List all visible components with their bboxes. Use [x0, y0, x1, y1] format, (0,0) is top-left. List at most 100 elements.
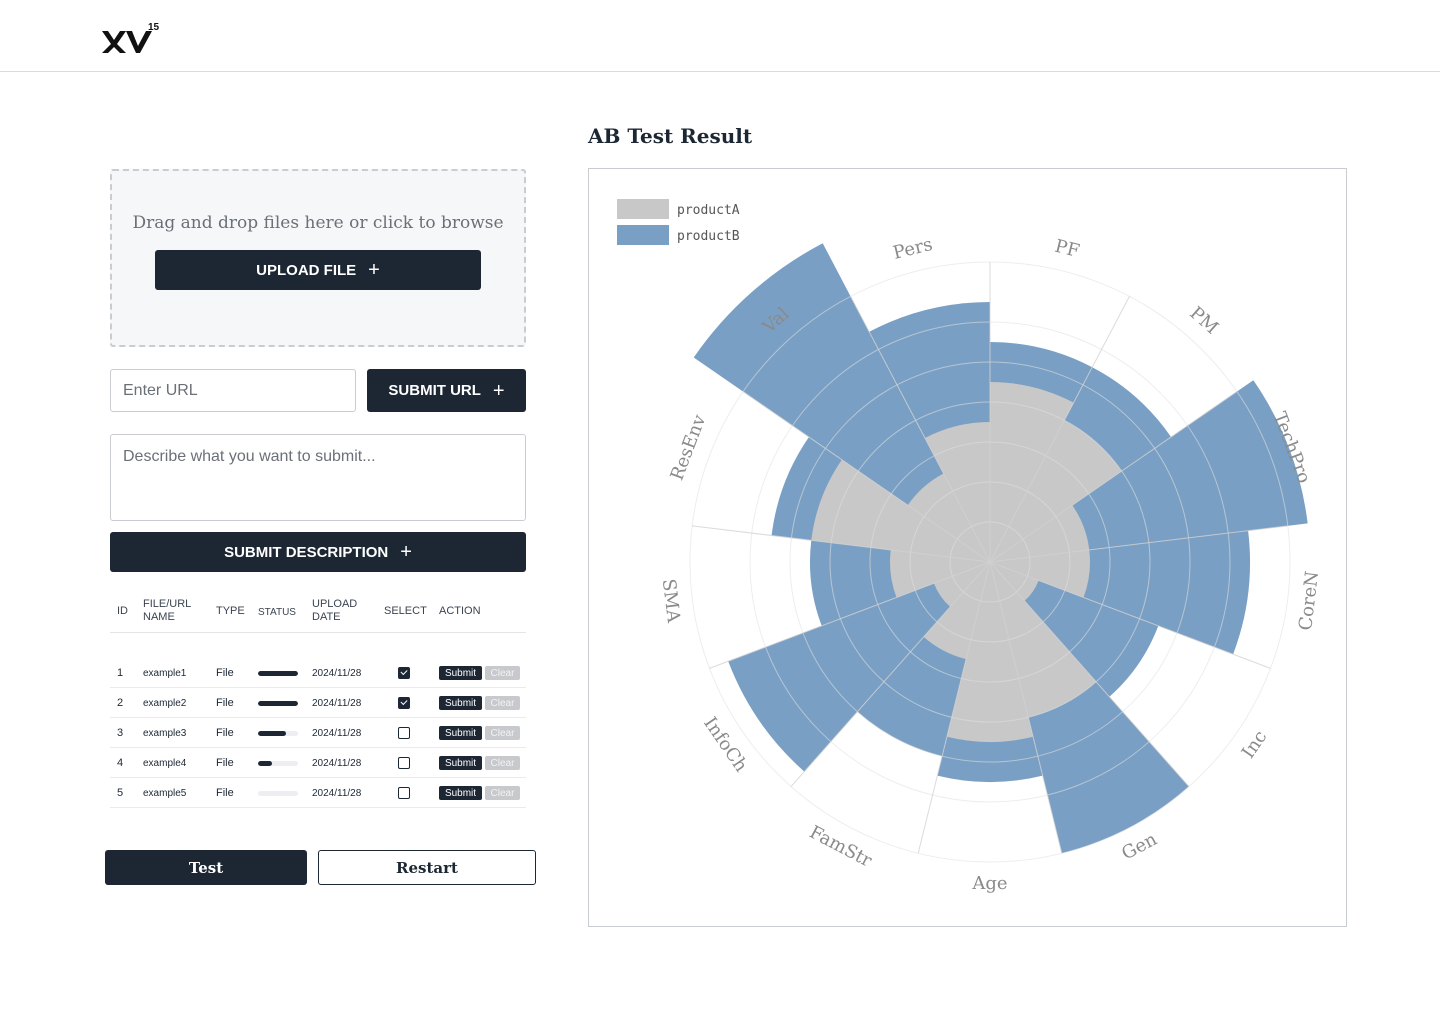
dropzone-text: Drag and drop files here or click to bro…	[132, 213, 504, 233]
row-clear-button[interactable]: Clear	[485, 726, 520, 740]
row-type: File	[216, 667, 234, 679]
submit-description-button[interactable]: SUBMIT DESCRIPTION +	[110, 532, 526, 572]
progress-track	[258, 760, 298, 766]
row-checkbox[interactable]	[398, 787, 410, 799]
category-label: Age	[971, 873, 1007, 894]
row-id: 1	[117, 667, 124, 679]
row-status	[258, 718, 298, 748]
brand-logo[interactable]: 15	[100, 20, 164, 56]
table-row: 2 example2 File 2024/11/28 Submit Clear	[110, 688, 526, 718]
url-input[interactable]	[110, 369, 356, 412]
top-bar: 15	[0, 0, 1440, 72]
description-textarea[interactable]	[110, 434, 526, 521]
row-status	[258, 658, 298, 688]
row-id: 5	[117, 787, 124, 799]
row-clear-button[interactable]: Clear	[485, 756, 520, 770]
header-action: ACTION	[439, 605, 481, 617]
logo-superscript: 15	[148, 22, 160, 33]
legend-label: productA	[677, 203, 740, 218]
row-status	[258, 778, 298, 808]
progress-fill	[258, 730, 286, 736]
header-date: UPLOAD DATE	[312, 598, 357, 624]
row-submit-button[interactable]: Submit	[439, 666, 482, 680]
row-submit-button[interactable]: Submit	[439, 726, 482, 740]
row-checkbox[interactable]	[398, 697, 410, 709]
plus-icon: +	[400, 541, 412, 563]
category-label: PM	[1185, 303, 1222, 339]
row-date: 2024/11/28	[312, 787, 362, 799]
submit-url-label: SUBMIT URL	[388, 382, 481, 399]
table-header: ID FILE/URL NAME TYPE STATUS UPLOAD DATE…	[110, 590, 526, 633]
legend-swatch	[617, 199, 669, 219]
row-type: File	[216, 727, 234, 739]
category-label: InfoCh	[699, 713, 751, 776]
row-submit-button[interactable]: Submit	[439, 786, 482, 800]
row-date: 2024/11/28	[312, 727, 362, 739]
progress-fill	[258, 670, 298, 676]
row-clear-button[interactable]: Clear	[485, 786, 520, 800]
row-checkbox[interactable]	[398, 757, 410, 769]
legend-label: productB	[677, 229, 740, 244]
category-label: PF	[1053, 236, 1082, 262]
category-label: Gen	[1118, 829, 1161, 865]
progress-track	[258, 700, 298, 706]
upload-file-label: UPLOAD FILE	[256, 261, 357, 279]
progress-track	[258, 670, 298, 676]
row-date: 2024/11/28	[312, 697, 362, 709]
category-label: FamStr	[806, 822, 876, 872]
row-actions: Submit Clear	[439, 658, 520, 688]
progress-fill	[258, 700, 298, 706]
row-select	[398, 688, 410, 718]
progress-track	[258, 790, 298, 796]
category-label: SMA	[658, 578, 684, 625]
row-status	[258, 688, 298, 718]
table-row: 3 example3 File 2024/11/28 Submit Clear	[110, 718, 526, 748]
row-name: example5	[143, 787, 187, 799]
submit-url-button[interactable]: SUBMIT URL +	[367, 369, 526, 412]
chart-container: PF PM TechPro CoreN Inc Gen Age FamStr InfoCh SMA…	[588, 168, 1347, 927]
row-id: 4	[117, 757, 124, 769]
row-name: example3	[143, 727, 187, 739]
progress-track	[258, 730, 298, 736]
test-button[interactable]: Test	[105, 850, 307, 885]
row-actions: Submit Clear	[439, 748, 520, 778]
header-status: STATUS	[258, 607, 296, 618]
row-id: 3	[117, 727, 124, 739]
row-date: 2024/11/28	[312, 757, 362, 769]
chart-title: AB Test Result	[588, 124, 753, 148]
row-type: File	[216, 787, 234, 799]
category-label: Pers	[891, 234, 935, 264]
row-checkbox[interactable]	[398, 667, 410, 679]
row-select	[398, 658, 410, 688]
header-date-line2: DATE	[312, 611, 341, 623]
restart-button[interactable]: Restart	[318, 850, 536, 885]
rose-chart: PFPMTechProCoreNIncGenAgeFamStrInfoChSMA…	[617, 199, 1323, 894]
row-checkbox[interactable]	[398, 727, 410, 739]
progress-fill	[258, 760, 272, 766]
row-clear-button[interactable]: Clear	[485, 696, 520, 710]
row-select	[398, 718, 410, 748]
row-clear-button[interactable]: Clear	[485, 666, 520, 680]
table-row: 4 example4 File 2024/11/28 Submit Clear	[110, 748, 526, 778]
row-name: example1	[143, 667, 187, 679]
row-date: 2024/11/28	[312, 667, 362, 679]
table-row: 1 example1 File 2024/11/28 Submit Clear	[110, 658, 526, 688]
row-select	[398, 748, 410, 778]
row-status	[258, 748, 298, 778]
plus-icon: +	[368, 259, 380, 281]
table-row: 5 example5 File 2024/11/28 Submit Clear	[110, 778, 526, 808]
header-name-line1: FILE/URL	[143, 598, 192, 610]
header-id: ID	[117, 605, 128, 617]
row-name: example2	[143, 697, 187, 709]
row-submit-button[interactable]: Submit	[439, 756, 482, 770]
plus-icon: +	[492, 379, 505, 402]
row-submit-button[interactable]: Submit	[439, 696, 482, 710]
row-actions: Submit Clear	[439, 688, 520, 718]
legend-swatch	[617, 225, 669, 245]
row-actions: Submit Clear	[439, 718, 520, 748]
category-label: Inc	[1238, 727, 1272, 763]
upload-file-button[interactable]: UPLOAD FILE +	[155, 250, 481, 290]
file-dropzone[interactable]: Drag and drop files here or click to bro…	[110, 169, 526, 347]
row-name: example4	[143, 757, 187, 769]
header-name-line2: NAME	[143, 611, 175, 623]
